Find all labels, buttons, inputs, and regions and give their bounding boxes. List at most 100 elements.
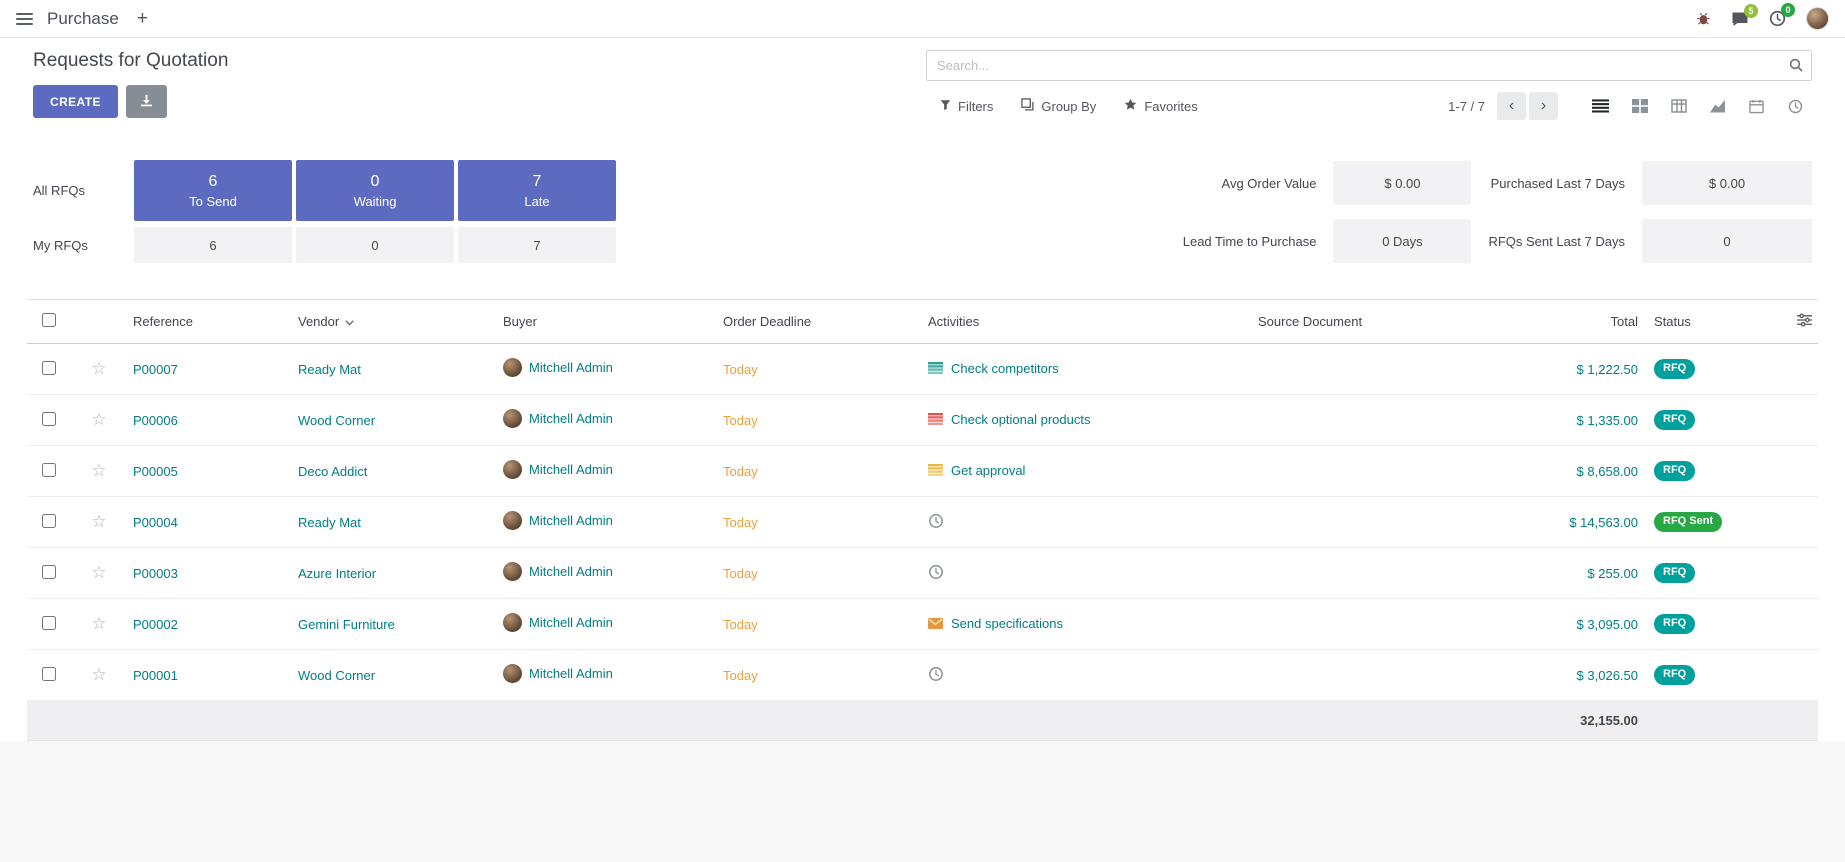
select-all-checkbox[interactable] <box>42 313 56 327</box>
clock-icon[interactable] <box>928 564 944 580</box>
buyer-cell[interactable]: Mitchell Admin <box>503 460 613 479</box>
kpi-value-lead-time[interactable]: 0 Days <box>1333 219 1471 263</box>
tile-late[interactable]: 7 Late <box>458 160 616 221</box>
favorite-star-icon[interactable]: ☆ <box>91 563 106 582</box>
list-icon[interactable] <box>928 362 943 374</box>
envelope-icon[interactable] <box>928 618 943 629</box>
activity-cell[interactable]: Check competitors <box>928 361 1059 376</box>
table-row[interactable]: ☆P00001Wood CornerMitchell AdminToday$ 3… <box>27 650 1818 701</box>
row-checkbox[interactable] <box>42 565 56 579</box>
graph-view-icon[interactable] <box>1701 92 1734 120</box>
column-header-status[interactable]: Status <box>1648 300 1773 344</box>
pivot-view-icon[interactable] <box>1662 92 1695 120</box>
group-by-button[interactable]: Group By <box>1021 98 1096 114</box>
column-header-total[interactable]: Total <box>1488 300 1648 344</box>
vendor-link[interactable]: Azure Interior <box>298 566 376 581</box>
column-header-vendor[interactable]: Vendor <box>292 300 497 344</box>
export-button[interactable] <box>126 85 167 118</box>
activities-clock-icon[interactable]: 0 <box>1769 10 1786 27</box>
buyer-cell[interactable]: Mitchell Admin <box>503 613 613 632</box>
activity-cell[interactable]: Check optional products <box>928 412 1090 427</box>
favorite-star-icon[interactable]: ☆ <box>91 614 106 633</box>
activity-cell[interactable] <box>928 666 944 682</box>
kpi-value-purchased-last-7-days[interactable]: $ 0.00 <box>1642 161 1812 205</box>
reference-link[interactable]: P00002 <box>133 617 178 632</box>
clock-icon[interactable] <box>928 666 944 682</box>
my-rfqs-label[interactable]: My RFQs <box>33 238 130 253</box>
column-header-order-deadline[interactable]: Order Deadline <box>717 300 922 344</box>
clock-icon[interactable] <box>928 513 944 529</box>
favorite-star-icon[interactable]: ☆ <box>91 410 106 429</box>
activity-label[interactable]: Get approval <box>951 463 1025 478</box>
activity-label[interactable]: Check competitors <box>951 361 1059 376</box>
buyer-cell[interactable]: Mitchell Admin <box>503 511 613 530</box>
apps-menu-icon[interactable] <box>16 13 33 25</box>
row-checkbox[interactable] <box>42 412 56 426</box>
reference-link[interactable]: P00006 <box>133 413 178 428</box>
create-button[interactable]: CREATE <box>33 85 118 118</box>
kpi-value-rfqs-sent[interactable]: 0 <box>1642 219 1812 263</box>
favorite-star-icon[interactable]: ☆ <box>91 461 106 480</box>
vendor-link[interactable]: Wood Corner <box>298 413 375 428</box>
reference-link[interactable]: P00001 <box>133 668 178 683</box>
kpi-value-avg-order-value[interactable]: $ 0.00 <box>1333 161 1471 205</box>
debug-bug-icon[interactable] <box>1696 11 1711 26</box>
column-header-activities[interactable]: Activities <box>922 300 1252 344</box>
reference-link[interactable]: P00005 <box>133 464 178 479</box>
vendor-link[interactable]: Ready Mat <box>298 515 361 530</box>
row-checkbox[interactable] <box>42 463 56 477</box>
list-icon[interactable] <box>928 413 943 425</box>
vendor-link[interactable]: Wood Corner <box>298 668 375 683</box>
buyer-cell[interactable]: Mitchell Admin <box>503 664 613 683</box>
calendar-view-icon[interactable] <box>1740 92 1773 120</box>
favorite-star-icon[interactable]: ☆ <box>91 665 106 684</box>
vendor-link[interactable]: Gemini Furniture <box>298 617 395 632</box>
adjust-columns-icon[interactable] <box>1797 315 1812 330</box>
buyer-cell[interactable]: Mitchell Admin <box>503 358 613 377</box>
row-checkbox[interactable] <box>42 616 56 630</box>
my-waiting-count[interactable]: 0 <box>296 227 454 263</box>
favorite-star-icon[interactable]: ☆ <box>91 359 106 378</box>
table-row[interactable]: ☆P00004Ready MatMitchell AdminToday$ 14,… <box>27 497 1818 548</box>
kanban-view-icon[interactable] <box>1623 92 1656 120</box>
activity-cell[interactable]: Send specifications <box>928 616 1063 631</box>
row-checkbox[interactable] <box>42 667 56 681</box>
row-checkbox[interactable] <box>42 361 56 375</box>
app-name[interactable]: Purchase <box>47 9 119 29</box>
tile-waiting[interactable]: 0 Waiting <box>296 160 454 221</box>
reference-link[interactable]: P00004 <box>133 515 178 530</box>
search-input[interactable] <box>926 50 1812 81</box>
favorites-button[interactable]: Favorites <box>1124 98 1197 114</box>
reference-link[interactable]: P00003 <box>133 566 178 581</box>
activity-label[interactable]: Check optional products <box>951 412 1090 427</box>
activity-view-icon[interactable] <box>1779 92 1812 120</box>
pager-previous-button[interactable]: ‹ <box>1497 92 1526 120</box>
filters-button[interactable]: Filters <box>940 99 993 114</box>
column-header-source-document[interactable]: Source Document <box>1252 300 1488 344</box>
favorite-star-icon[interactable]: ☆ <box>91 512 106 531</box>
column-header-reference[interactable]: Reference <box>127 300 292 344</box>
search-icon[interactable] <box>1789 58 1803 75</box>
pager-next-button[interactable]: › <box>1529 92 1558 120</box>
buyer-cell[interactable]: Mitchell Admin <box>503 562 613 581</box>
tile-to-send[interactable]: 6 To Send <box>134 160 292 221</box>
row-checkbox[interactable] <box>42 514 56 528</box>
table-row[interactable]: ☆P00003Azure InteriorMitchell AdminToday… <box>27 548 1818 599</box>
table-row[interactable]: ☆P00007Ready MatMitchell AdminTodayCheck… <box>27 344 1818 395</box>
user-avatar[interactable] <box>1806 7 1829 30</box>
my-late-count[interactable]: 7 <box>458 227 616 263</box>
activity-cell[interactable]: Get approval <box>928 463 1025 478</box>
messages-icon[interactable]: 5 <box>1731 11 1749 27</box>
table-row[interactable]: ☆P00002Gemini FurnitureMitchell AdminTod… <box>27 599 1818 650</box>
activity-cell[interactable] <box>928 513 944 529</box>
table-row[interactable]: ☆P00006Wood CornerMitchell AdminTodayChe… <box>27 395 1818 446</box>
activity-cell[interactable] <box>928 564 944 580</box>
vendor-link[interactable]: Ready Mat <box>298 362 361 377</box>
all-rfqs-label[interactable]: All RFQs <box>33 183 130 198</box>
buyer-cell[interactable]: Mitchell Admin <box>503 409 613 428</box>
list-icon[interactable] <box>928 464 943 476</box>
vendor-link[interactable]: Deco Addict <box>298 464 367 479</box>
list-view-icon[interactable] <box>1584 92 1617 120</box>
column-header-buyer[interactable]: Buyer <box>497 300 717 344</box>
activity-label[interactable]: Send specifications <box>951 616 1063 631</box>
